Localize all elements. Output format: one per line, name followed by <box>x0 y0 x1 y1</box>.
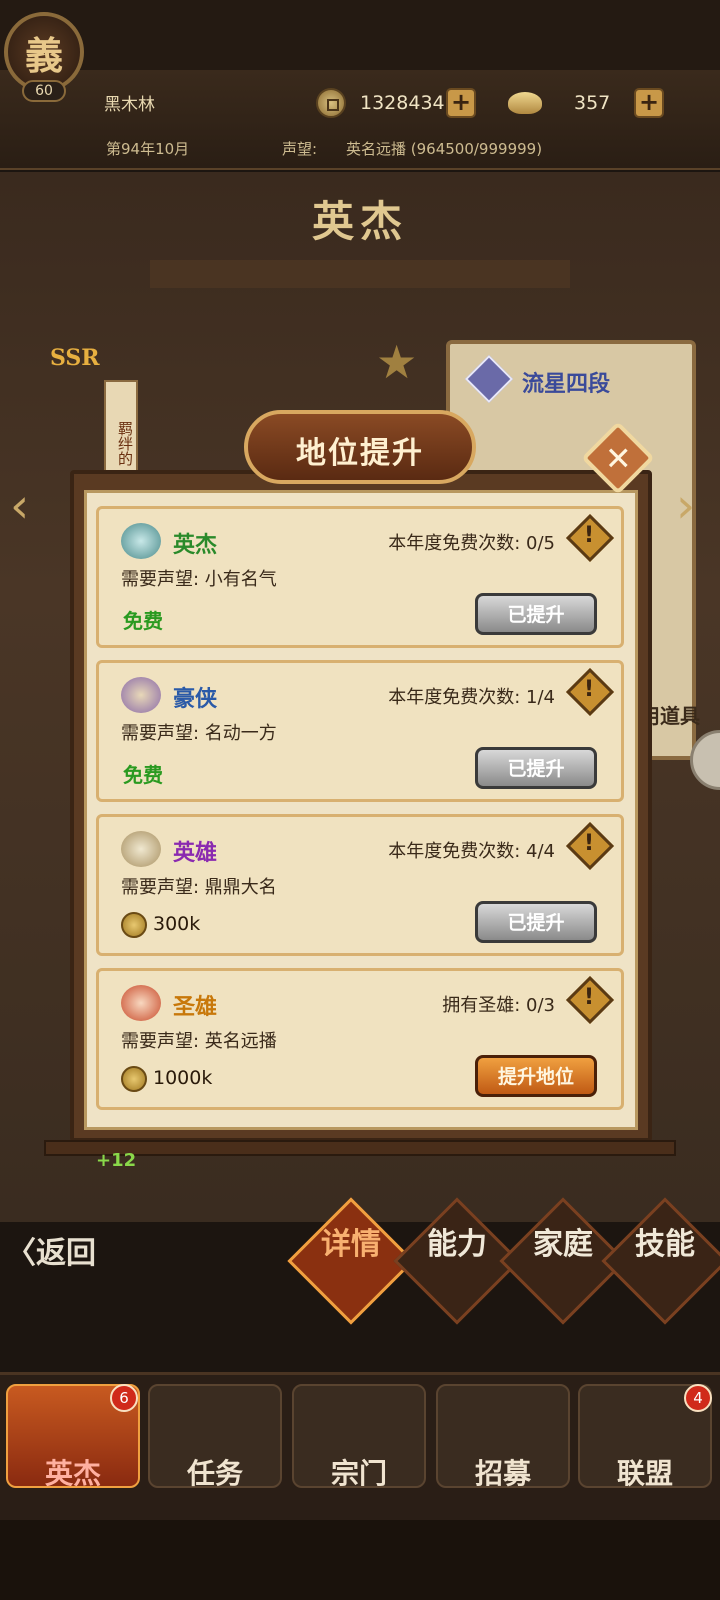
reputation-value: 英名远播 (964500/999999) <box>346 140 543 158</box>
tier-requirement: 需要声望: 小有名气 <box>121 569 277 590</box>
tier-count: 本年度免费次数: 4/4 <box>388 841 555 862</box>
promoted-button[interactable]: 已提升 <box>475 901 597 943</box>
game-date: 第94年10月 <box>106 140 190 158</box>
emblem-char: 義 <box>24 32 63 78</box>
bonus-value: +12 <box>96 1150 137 1171</box>
promote-status-button[interactable]: 提升地位 <box>475 1055 597 1097</box>
tab-family-label: 家庭 <box>533 1227 593 1262</box>
footer-bar <box>0 1520 720 1600</box>
tier-requirement: 需要声望: 名动一方 <box>121 723 277 744</box>
tab-details-label: 详情 <box>321 1227 381 1262</box>
exclamation-icon: ! <box>583 831 594 856</box>
tab-skills-label: 技能 <box>635 1227 695 1262</box>
tier-card-shengxiong: 圣雄 拥有圣雄: 0/3 ! 需要声望: 英名远播 1000k 提升地位 <box>96 968 624 1110</box>
next-hero-arrow-icon[interactable]: › <box>676 478 695 534</box>
tier-name: 圣雄 <box>173 994 218 1020</box>
tier-cost: 免费 <box>123 763 163 787</box>
level-badge: 60 <box>22 80 66 102</box>
coin-icon <box>316 88 346 118</box>
status-bar <box>0 0 720 70</box>
tier-name: 英杰 <box>173 532 218 558</box>
back-button[interactable]: 〈返回 <box>6 1228 126 1284</box>
nav-quests-label: 任务 <box>186 1457 243 1490</box>
hall-beam <box>150 260 570 288</box>
coin-icon <box>121 1066 147 1092</box>
ingot-icon <box>508 92 542 114</box>
notification-badge: 6 <box>110 1384 138 1412</box>
exclamation-icon: ! <box>583 677 594 702</box>
modal-title: 地位提升 <box>296 436 424 471</box>
prev-hero-arrow-icon[interactable]: ‹ <box>10 478 29 534</box>
mask-icon <box>121 985 161 1021</box>
scene-title: 英杰 <box>311 197 408 246</box>
tier-name: 英雄 <box>173 840 218 866</box>
tier-requirement: 需要声望: 英名远播 <box>121 1031 277 1052</box>
promoted-button[interactable]: 已提升 <box>475 747 597 789</box>
nav-alliance-label: 联盟 <box>616 1457 673 1490</box>
notification-badge: 4 <box>684 1384 712 1412</box>
tier-cost: 免费 <box>123 609 163 633</box>
tier-count: 拥有圣雄: 0/3 <box>442 995 555 1016</box>
exclamation-icon: ! <box>583 523 594 548</box>
mask-icon <box>121 523 161 559</box>
modal-base <box>44 1140 676 1156</box>
coin-icon <box>121 912 147 938</box>
tier-card-haoxia: 豪侠 本年度免费次数: 1/4 ! 需要声望: 名动一方 免费 已提升 <box>96 660 624 802</box>
coin-value: 1328434 <box>360 92 445 114</box>
tier-cost: 1000k <box>153 1067 213 1089</box>
tier-count: 本年度免费次数: 0/5 <box>388 533 555 554</box>
nav-recruit-label: 招募 <box>474 1457 531 1490</box>
nav-sect-label: 宗门 <box>330 1457 387 1490</box>
rarity-badge: SSR <box>50 345 100 371</box>
tier-card-yingxiong: 英雄 本年度免费次数: 4/4 ! 需要声望: 鼎鼎大名 300k 已提升 <box>96 814 624 956</box>
nav-heroes-label: 英杰 <box>44 1457 101 1490</box>
tier-card-yingjie: 英杰 本年度免费次数: 0/5 ! 需要声望: 小有名气 免费 已提升 <box>96 506 624 648</box>
close-icon: ✕ <box>604 439 632 477</box>
ingot-value: 357 <box>574 92 611 114</box>
skill-name: 流星四段 <box>522 372 611 397</box>
promoted-button[interactable]: 已提升 <box>475 593 597 635</box>
tier-requirement: 需要声望: 鼎鼎大名 <box>121 877 277 898</box>
star-icon[interactable]: ★ <box>376 339 422 385</box>
exclamation-icon: ! <box>583 985 594 1010</box>
add-coins-button[interactable]: + <box>446 88 476 118</box>
mask-icon <box>121 677 161 713</box>
reputation-label: 声望: <box>282 140 318 158</box>
tier-count: 本年度免费次数: 1/4 <box>388 687 555 708</box>
tier-name: 豪侠 <box>173 686 218 712</box>
player-name: 黑木林 <box>104 95 155 115</box>
mask-icon <box>121 831 161 867</box>
tier-cost: 300k <box>153 913 201 935</box>
tab-abilities-label: 能力 <box>427 1227 487 1262</box>
add-ingots-button[interactable]: + <box>634 88 664 118</box>
